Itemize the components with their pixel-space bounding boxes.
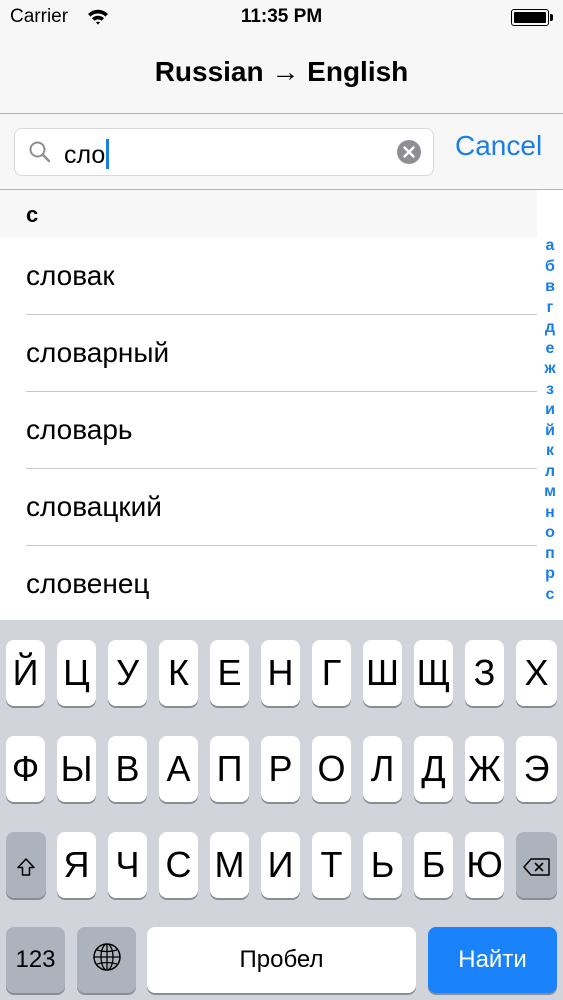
list-item[interactable]: словарь — [0, 392, 537, 469]
list-item-label: словак — [26, 260, 115, 291]
space-key[interactable]: Пробел — [147, 927, 416, 993]
key[interactable]: В — [108, 736, 147, 802]
key[interactable]: Р — [261, 736, 300, 802]
key[interactable]: Д — [414, 736, 453, 802]
key[interactable]: О — [312, 736, 351, 802]
index-letter[interactable]: к — [537, 441, 563, 462]
key[interactable]: Л — [363, 736, 402, 802]
key[interactable]: Г — [312, 640, 351, 706]
list-item[interactable]: словацкий — [0, 469, 537, 546]
key[interactable]: Щ — [414, 640, 453, 706]
backspace-icon — [522, 844, 551, 886]
shift-key[interactable] — [6, 832, 46, 898]
key[interactable]: Т — [312, 832, 351, 898]
numbers-key[interactable]: 123 — [6, 927, 65, 993]
index-letter[interactable]: г — [537, 298, 563, 319]
clock: 11:35 PM — [240, 6, 323, 27]
key[interactable]: З — [465, 640, 504, 706]
key[interactable]: С — [159, 832, 198, 898]
keyboard: Й Ц У К Е Н Г Ш Щ З Х Ф Ы В А П Р О Л Д … — [0, 620, 563, 1000]
key[interactable]: П — [210, 736, 249, 802]
index-letter[interactable]: п — [537, 544, 563, 565]
key[interactable]: М — [210, 832, 249, 898]
index-letter[interactable]: о — [537, 523, 563, 544]
key[interactable]: Ы — [57, 736, 96, 802]
key[interactable]: Ш — [363, 640, 402, 706]
search-key[interactable]: Найти — [428, 927, 557, 993]
list-item[interactable]: словенец — [0, 546, 537, 620]
page-title: Russian → English — [154, 56, 409, 87]
key[interactable]: Ж — [465, 736, 504, 802]
globe-key[interactable] — [77, 927, 136, 993]
list-item-label: словарь — [26, 414, 133, 445]
key[interactable]: Я — [57, 832, 96, 898]
clear-search-icon[interactable] — [397, 140, 421, 169]
key[interactable]: Ь — [363, 832, 402, 898]
section-index[interactable]: а б в г д е ж з и й к л м н о п р с — [537, 190, 563, 620]
cancel-button[interactable]: Cancel — [455, 130, 542, 162]
key[interactable]: А — [159, 736, 198, 802]
key[interactable]: Ю — [465, 832, 504, 898]
key[interactable]: Й — [6, 640, 45, 706]
results-list: словак словарный словарь словацкий слове… — [0, 238, 537, 620]
key[interactable]: Е — [210, 640, 249, 706]
delete-key[interactable] — [516, 832, 557, 898]
status-bar: Carrier 11:35 PM — [0, 0, 563, 36]
shift-icon — [16, 844, 36, 886]
text-cursor — [106, 139, 110, 169]
index-letter[interactable]: е — [537, 339, 563, 360]
index-letter[interactable]: и — [537, 400, 563, 421]
key[interactable]: И — [261, 832, 300, 898]
list-item[interactable]: словак — [0, 238, 537, 315]
index-letter[interactable]: р — [537, 564, 563, 585]
index-letter[interactable]: в — [537, 277, 563, 298]
list-item-label: словарный — [26, 337, 170, 368]
globe-icon — [92, 939, 122, 981]
index-letter[interactable]: б — [537, 257, 563, 278]
index-letter[interactable]: з — [537, 380, 563, 401]
search-input-value: сло — [64, 139, 110, 170]
key[interactable]: Х — [516, 640, 557, 706]
index-letter[interactable]: ж — [537, 359, 563, 380]
section-header-label: с — [26, 202, 39, 227]
key[interactable]: Б — [414, 832, 453, 898]
key[interactable]: Ч — [108, 832, 147, 898]
search-input[interactable]: сло — [14, 128, 434, 176]
index-letter[interactable]: н — [537, 503, 563, 524]
index-letter[interactable]: д — [537, 318, 563, 339]
search-icon — [28, 140, 52, 169]
list-item[interactable]: словарный — [0, 315, 537, 392]
index-letter[interactable]: а — [537, 236, 563, 257]
key[interactable]: К — [159, 640, 198, 706]
key[interactable]: Ц — [57, 640, 96, 706]
list-item-label: словенец — [26, 568, 150, 599]
index-letter[interactable]: л — [537, 462, 563, 483]
key[interactable]: Э — [516, 736, 557, 802]
key[interactable]: Ф — [6, 736, 45, 802]
index-letter[interactable]: м — [537, 482, 563, 503]
key[interactable]: У — [108, 640, 147, 706]
battery-icon — [511, 9, 553, 26]
key[interactable]: Н — [261, 640, 300, 706]
index-letter[interactable]: с — [537, 585, 563, 606]
list-item-label: словацкий — [26, 491, 162, 522]
index-letter[interactable]: й — [537, 421, 563, 442]
section-header: с — [0, 190, 537, 238]
